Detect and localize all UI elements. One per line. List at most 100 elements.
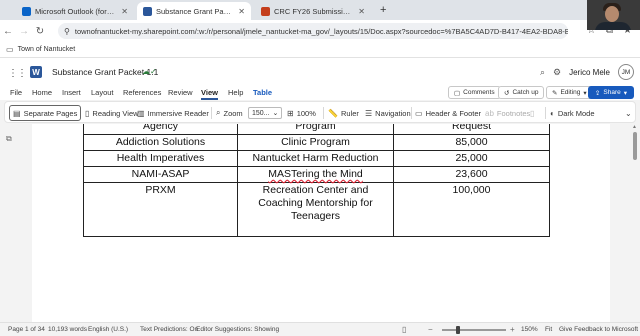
- zoom-button[interactable]: ⌕ Zoom: [216, 106, 243, 120]
- vertical-scrollbar[interactable]: ▲: [632, 124, 638, 316]
- tab-layout[interactable]: Layout: [91, 88, 114, 97]
- document-icon: [261, 6, 270, 16]
- close-icon[interactable]: ✕: [121, 7, 128, 16]
- zoom-select[interactable]: 150... ⌄: [248, 106, 283, 120]
- text-predictions-status[interactable]: Text Predictions: On: [140, 326, 198, 333]
- scroll-up-icon[interactable]: ▲: [632, 124, 637, 130]
- outlook-icon: [22, 6, 31, 16]
- zoom-slider-knob[interactable]: [456, 326, 460, 334]
- zoom-out-icon[interactable]: −: [428, 325, 433, 334]
- table-cell[interactable]: Nantucket Harm Reduction: [237, 150, 394, 167]
- table-cell[interactable]: Request: [393, 124, 550, 135]
- table-cell[interactable]: Addiction Solutions: [83, 134, 238, 151]
- catch-up-button[interactable]: ↺ Catch up: [498, 86, 545, 99]
- table-cell[interactable]: PRXM: [83, 182, 238, 237]
- site-info-icon[interactable]: ⚲: [64, 27, 70, 36]
- zoom-percent[interactable]: 150%: [521, 326, 538, 333]
- editor-suggestions-status[interactable]: Editor Suggestions: Showing: [196, 326, 279, 333]
- forward-arrow-icon[interactable]: →: [16, 26, 32, 37]
- grant-table: Agency Program Request Addiction Solutio…: [83, 124, 550, 237]
- bookmarks-bar: ▭ Town of Nantucket: [0, 42, 640, 58]
- footnotes-icon: ab: [485, 108, 494, 118]
- table-cell[interactable]: 23,600: [393, 166, 550, 183]
- feedback-link[interactable]: Give Feedback to Microsoft: [559, 326, 638, 333]
- tab-substance-grant[interactable]: Substance Grant Packet 1.1.do... ✕: [137, 2, 251, 20]
- tab-help[interactable]: Help: [228, 88, 243, 97]
- word-logo-icon[interactable]: W: [30, 66, 42, 78]
- copy-icon[interactable]: ⧉: [6, 134, 12, 144]
- search-icon[interactable]: ⌕: [540, 67, 545, 78]
- tab-home[interactable]: Home: [32, 88, 52, 97]
- chevron-down-icon: ⌄: [272, 110, 279, 117]
- address-bar-row: ← → ↻ ⚲ townofnantucket-my.sharepoint.co…: [0, 20, 640, 42]
- word-icon: [143, 6, 152, 16]
- reload-icon[interactable]: ↻: [32, 26, 48, 37]
- scrollbar-thumb[interactable]: [633, 132, 637, 160]
- table-header-row: Agency Program Request: [83, 124, 550, 135]
- ruler-button[interactable]: 📏 Ruler: [328, 106, 359, 120]
- close-icon[interactable]: ✕: [358, 7, 365, 16]
- bookmark-town-of-nantucket[interactable]: Town of Nantucket: [18, 46, 76, 53]
- page-count[interactable]: Page 1 of 34: [8, 326, 45, 333]
- table-cell[interactable]: Clinic Program: [237, 134, 394, 151]
- separate-pages-button[interactable]: ▤ Separate Pages: [9, 105, 82, 121]
- editing-mode-button[interactable]: ✎ Editing ▾: [546, 86, 593, 99]
- tab-view[interactable]: View: [201, 88, 218, 100]
- footnotes-button[interactable]: ab Footnotes: [485, 106, 530, 120]
- tab-insert[interactable]: Insert: [62, 88, 81, 97]
- table-cell[interactable]: 100,000: [393, 182, 550, 237]
- immersive-reader-button[interactable]: ▥ Immersive Reader: [137, 106, 209, 120]
- zoom-value: 150...: [252, 109, 270, 117]
- comments-button[interactable]: ▢ Comments: [448, 86, 501, 99]
- page-view-icon[interactable]: ▯: [402, 325, 406, 334]
- comment-icon: ▢: [454, 89, 461, 97]
- table-cell[interactable]: MASTering the Mind: [237, 166, 394, 183]
- ruler-label: Ruler: [340, 108, 359, 118]
- gear-icon[interactable]: ⚙: [553, 67, 561, 78]
- catch-up-label: Catch up: [512, 89, 539, 96]
- zoom-slider[interactable]: [442, 329, 506, 331]
- spelling-flagged-text[interactable]: MASTering the Mind: [268, 168, 363, 180]
- zoom-100-label: 100%: [296, 108, 316, 118]
- ribbon-collapse-button[interactable]: ⌄: [625, 106, 632, 120]
- new-tab-button[interactable]: +: [380, 4, 386, 16]
- tab-references[interactable]: References: [123, 88, 161, 97]
- table-cell[interactable]: Health Imperatives: [83, 150, 238, 167]
- tab-review[interactable]: Review: [168, 88, 193, 97]
- catch-up-icon: ↺: [504, 89, 510, 97]
- tab-table[interactable]: Table: [253, 88, 272, 97]
- document-page[interactable]: Agency Program Request Addiction Solutio…: [32, 124, 610, 322]
- table-cell[interactable]: Agency: [83, 124, 238, 135]
- zoom-100-button[interactable]: ⊞ 100%: [287, 106, 316, 120]
- table-cell[interactable]: Recreation Center and Coaching Mentorshi…: [237, 182, 394, 237]
- tab-crc-packet[interactable]: CRC FY26 Submission Packet 1... ✕: [255, 2, 371, 20]
- header-footer-button[interactable]: ▭ Header & Footer: [415, 106, 481, 120]
- table-cell[interactable]: 85,000: [393, 134, 550, 151]
- avatar[interactable]: JM: [618, 64, 634, 80]
- close-icon[interactable]: ✕: [238, 7, 245, 16]
- table-cell[interactable]: 25,000: [393, 150, 550, 167]
- zoom-in-icon[interactable]: +: [510, 325, 515, 334]
- table-cell[interactable]: NAMI-ASAP: [83, 166, 238, 183]
- navigation-button[interactable]: ☰ Navigation: [365, 106, 411, 120]
- document-area: ⧉ Agency Program Request Addiction Solut…: [0, 124, 640, 322]
- fit-button[interactable]: Fit: [545, 326, 552, 333]
- back-arrow-icon[interactable]: ←: [0, 26, 16, 37]
- reading-view-button[interactable]: ▯ Reading View: [85, 106, 139, 120]
- saved-cloud-icon[interactable]: ☁✓: [142, 67, 157, 76]
- language-status[interactable]: English (U.S.): [88, 326, 128, 333]
- word-count[interactable]: 10,193 words: [48, 326, 87, 333]
- url-bar[interactable]: ⚲ townofnantucket-my.sharepoint.com/:w:/…: [58, 23, 568, 39]
- chevron-down-icon: ⌄: [625, 108, 632, 118]
- navigation-label: Navigation: [375, 108, 411, 118]
- webcam-face: [605, 6, 619, 22]
- divider: [211, 107, 212, 119]
- tab-file[interactable]: File: [10, 88, 22, 97]
- page-icon-button[interactable]: ▯: [530, 106, 534, 120]
- share-button[interactable]: ⇪ Share ▾: [587, 86, 634, 99]
- pencil-icon: ✎: [552, 89, 558, 97]
- table-cell[interactable]: Program: [237, 124, 394, 135]
- tab-outlook[interactable]: Microsoft Outlook (formerly H... ✕: [16, 2, 134, 20]
- dark-mode-button[interactable]: ◐ Dark Mode: [550, 106, 595, 120]
- word-header: ⋮⋮⋮ W Substance Grant Packet 1.1 ☁✓ ⌕ ⚙ …: [0, 58, 640, 86]
